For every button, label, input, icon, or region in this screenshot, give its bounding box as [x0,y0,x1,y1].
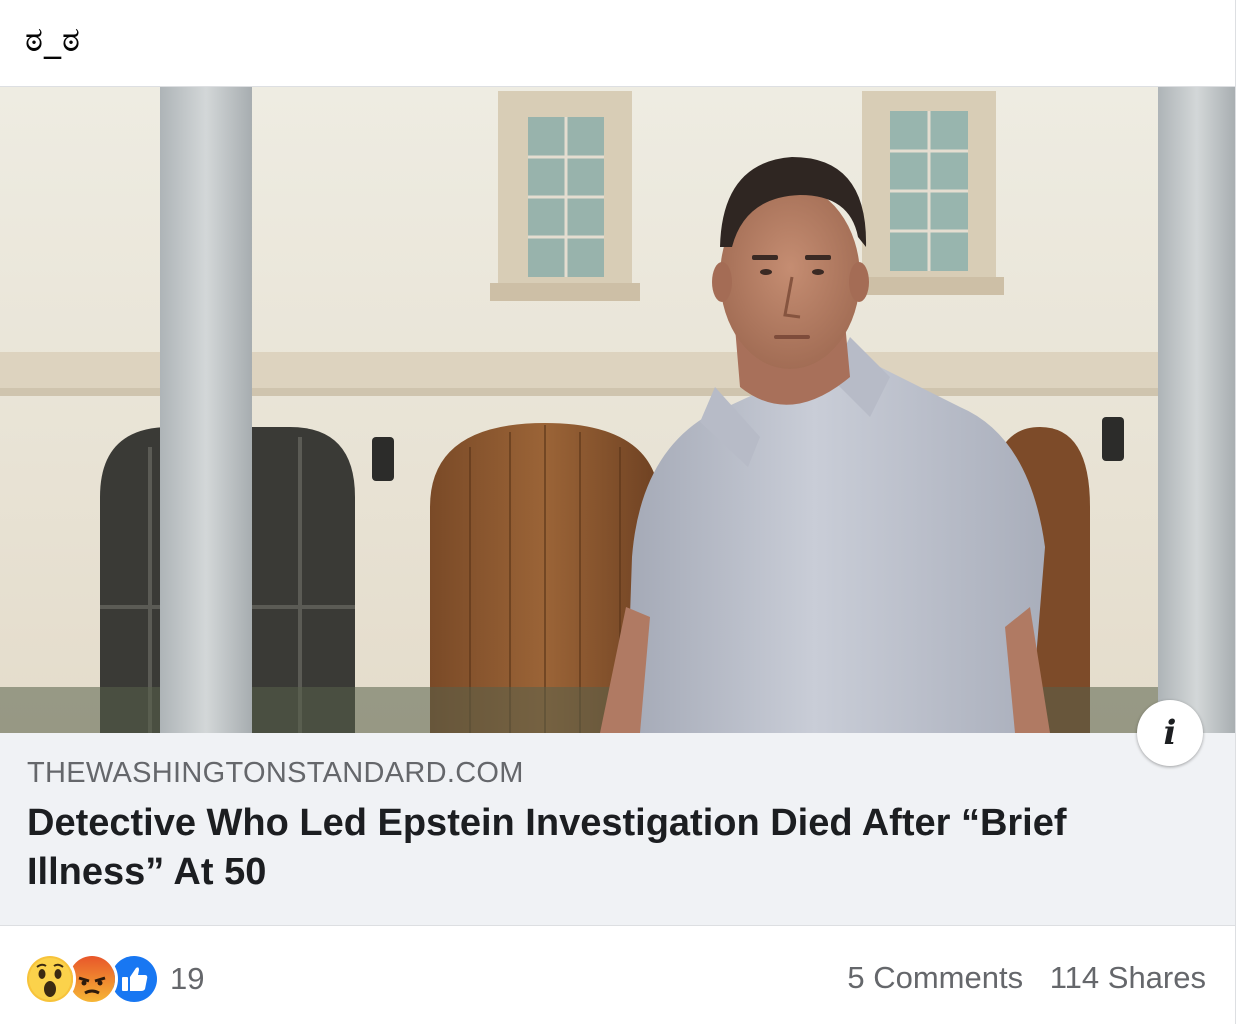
article-photo [0,87,1235,733]
shares-count[interactable]: 114 Shares [1050,960,1206,995]
comments-count[interactable]: 5 Comments [847,960,1023,995]
engagement-counts: 5 Comments 114 Shares [847,960,1206,996]
post-footer: 19 5 Comments 114 Shares [0,928,1235,1024]
info-button[interactable]: i [1137,700,1203,766]
feed-post: ಠ_ಠ THEWASHINGTONSTANDARD.COM Detective … [0,0,1236,1024]
post-text: ಠ_ಠ [25,20,81,60]
link-title[interactable]: Detective Who Led Epstein Investigation … [27,799,1147,897]
wow-icon [24,953,76,1005]
reaction-count[interactable]: 19 [170,961,204,997]
link-meta[interactable]: THEWASHINGTONSTANDARD.COM Detective Who … [0,733,1235,925]
link-preview-image[interactable] [0,87,1235,733]
link-domain: THEWASHINGTONSTANDARD.COM [27,757,524,789]
reactions-summary[interactable]: 19 [24,953,204,1005]
link-preview-card[interactable]: THEWASHINGTONSTANDARD.COM Detective Who … [0,86,1235,926]
info-icon: i [1163,713,1177,753]
